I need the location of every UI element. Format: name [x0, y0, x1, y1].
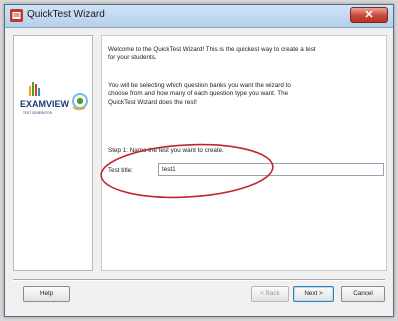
app-icon [10, 9, 23, 22]
sidebar-panel: EXAMVIEW TEST GENERATOR [13, 35, 93, 271]
intro-text: Welcome to the QuickTest Wizard! This is… [108, 46, 316, 62]
back-button[interactable]: < Back [251, 286, 289, 302]
content-panel: Welcome to the QuickTest Wizard! This is… [101, 35, 387, 271]
close-button[interactable]: ✕ [350, 7, 388, 23]
test-title-label: Test title: [108, 167, 133, 174]
window-title: QuickTest Wizard [27, 9, 105, 20]
svg-text:EXAMVIEW: EXAMVIEW [20, 99, 70, 109]
test-title-input[interactable] [158, 163, 384, 176]
next-button[interactable]: Next > [293, 286, 334, 302]
description-text: You will be selecting which question ban… [108, 82, 291, 106]
help-button[interactable]: Help [23, 286, 70, 302]
examview-logo: EXAMVIEW TEST GENERATOR [20, 82, 88, 115]
cancel-button[interactable]: Cancel [341, 286, 385, 302]
step-instruction: Step 1: Name the test you want to create… [108, 147, 224, 154]
svg-text:TEST GENERATOR: TEST GENERATOR [23, 111, 53, 115]
wizard-window: QuickTest Wizard ✕ EXAMVIEW TEST GENERAT… [4, 4, 394, 317]
title-bar[interactable]: QuickTest Wizard ✕ [5, 5, 393, 28]
close-icon: ✕ [364, 9, 374, 21]
footer-divider [13, 279, 385, 281]
